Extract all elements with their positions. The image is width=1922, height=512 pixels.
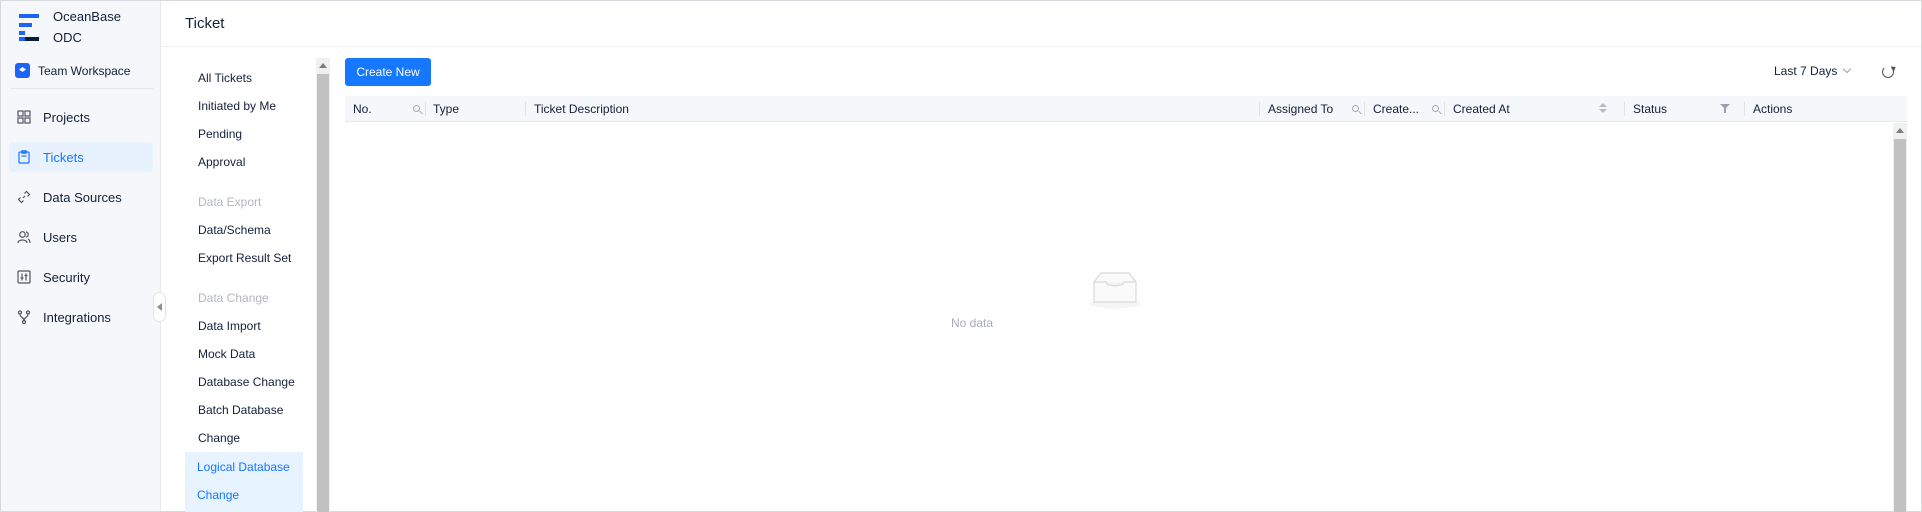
refresh-icon[interactable] <box>1882 66 1894 78</box>
search-icon[interactable] <box>1352 105 1359 112</box>
column-header-assigned-to: Assigned To <box>1268 102 1334 116</box>
sidebar-collapse-button[interactable] <box>153 292 166 322</box>
page-title: Ticket <box>185 15 225 32</box>
brand-line-1: OceanBase <box>53 9 121 24</box>
workspace-label: Team Workspace <box>38 63 131 78</box>
submenu-item-batch-database[interactable]: Batch Database <box>185 396 303 424</box>
empty-inbox-icon <box>1089 272 1141 309</box>
search-icon[interactable] <box>413 105 420 112</box>
column-header-created-at: Created At <box>1453 102 1510 116</box>
submenu-item-approval[interactable]: Approval <box>185 148 303 176</box>
clipboard-icon <box>18 150 30 164</box>
brand-name: OceanBase ODC <box>53 6 121 48</box>
sort-icon[interactable] <box>1599 103 1607 115</box>
divider <box>11 88 153 89</box>
nav-label: Users <box>43 229 77 245</box>
column-header-no: No. <box>353 102 372 116</box>
brand-line-2: ODC <box>53 30 82 45</box>
scroll-up-arrow-icon[interactable] <box>319 63 327 68</box>
grid-icon <box>17 110 31 124</box>
search-icon[interactable] <box>1432 105 1439 112</box>
nav-item-projects[interactable]: Projects <box>9 102 153 132</box>
workspace-switcher[interactable]: Team Workspace <box>15 63 130 78</box>
column-header-created-by: Create... <box>1373 102 1420 116</box>
branch-icon <box>17 310 31 324</box>
nav-item-users[interactable]: Users <box>9 222 153 252</box>
nav-label: Data Sources <box>43 189 122 205</box>
create-new-button[interactable]: Create New <box>345 58 431 86</box>
main-content: Create New Last 7 Days No. Type Ticket D… <box>330 47 1921 512</box>
table-body: No data <box>345 123 1907 512</box>
link-icon <box>17 190 31 204</box>
submenu-group-data-change: Data Change <box>198 291 269 305</box>
table-header: No. Type Ticket Description Assigned To … <box>345 96 1907 122</box>
sliders-icon <box>17 270 31 284</box>
submenu-item-pending[interactable]: Pending <box>185 120 303 148</box>
submenu-active-label-line-2: Change <box>197 488 240 502</box>
column-header-actions: Actions <box>1753 102 1793 116</box>
time-range-select[interactable]: Last 7 Days <box>1774 64 1852 78</box>
nav-item-tickets[interactable]: Tickets <box>9 142 153 172</box>
column-header-type: Type <box>433 102 460 116</box>
submenu-item-mock-data[interactable]: Mock Data <box>185 340 303 368</box>
column-header-ticket-description: Ticket Description <box>534 102 629 116</box>
nav-item-security[interactable]: Security <box>9 262 153 292</box>
submenu-item-data-schema[interactable]: Data/Schema <box>185 216 303 244</box>
oceanbase-logo-icon <box>17 11 43 43</box>
submenu-item-initiated-by-me[interactable]: Initiated by Me <box>185 92 303 120</box>
page-header: Ticket <box>162 1 1921 47</box>
workspace-icon <box>15 63 30 78</box>
submenu-scrollbar[interactable] <box>316 58 330 512</box>
table-scrollbar[interactable] <box>1893 123 1907 512</box>
sidebar: OceanBase ODC Team Workspace Projects Ti… <box>1 1 161 511</box>
submenu-item-change[interactable]: Change <box>185 424 303 452</box>
submenu-item-export-result-set[interactable]: Export Result Set <box>185 244 303 272</box>
nav-label: Tickets <box>43 149 84 165</box>
brand[interactable]: OceanBase ODC <box>17 7 121 47</box>
nav-label: Integrations <box>43 309 111 325</box>
chevron-down-icon <box>1843 64 1852 74</box>
scroll-thumb[interactable] <box>1894 139 1906 512</box>
submenu-item-all-tickets[interactable]: All Tickets <box>185 64 303 92</box>
scroll-thumb[interactable] <box>317 74 329 512</box>
nav-label: Projects <box>43 109 90 125</box>
submenu-item-database-change[interactable]: Database Change <box>185 368 303 396</box>
filter-icon[interactable] <box>1720 104 1730 114</box>
nav-item-integrations[interactable]: Integrations <box>9 302 153 332</box>
submenu-active-label-line-1: Logical Database <box>197 460 290 474</box>
time-range-value: Last 7 Days <box>1774 64 1838 78</box>
scroll-up-arrow-icon[interactable] <box>1896 128 1904 133</box>
submenu-group-data-export: Data Export <box>198 195 262 209</box>
nav-label: Security <box>43 269 90 285</box>
nav-item-data-sources[interactable]: Data Sources <box>9 182 153 212</box>
submenu-item-data-import[interactable]: Data Import <box>185 312 303 340</box>
users-icon <box>17 231 31 244</box>
ticket-submenu: All Tickets Initiated by Me Pending Appr… <box>162 56 330 512</box>
column-header-status: Status <box>1633 102 1668 116</box>
empty-state-text: No data <box>950 316 994 330</box>
